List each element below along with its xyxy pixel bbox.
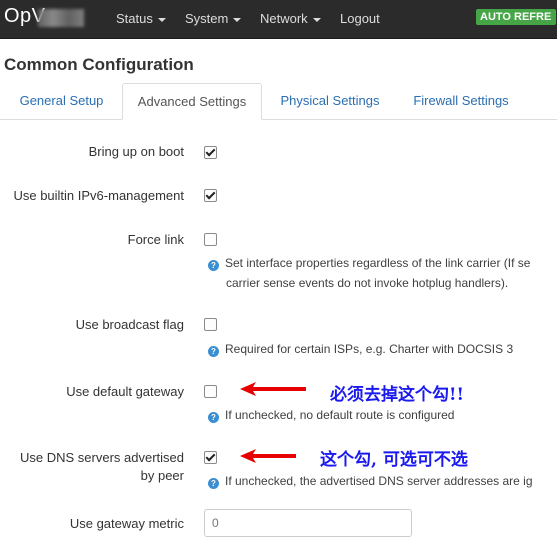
annotation-note-2: 这个勾, 可选可不选 [320,450,468,470]
force-link-checkbox[interactable] [204,233,217,246]
annotation-arrow-1 [240,382,306,396]
top-navbar: OpV Status System Network Logout AUTO RE… [0,0,557,39]
default-gateway-checkbox[interactable] [204,385,217,398]
caret-down-icon [233,17,242,22]
default-gateway-help: ? If unchecked, no default route is confi… [208,406,454,425]
nav-menu-system-label: System [185,11,229,26]
peer-dns-help: ? If unchecked, the advertised DNS server… [208,472,533,491]
bring-up-on-boot-label: Bring up on boot [88,144,184,159]
annotation-arrow-2 [240,449,296,463]
default-gateway-label: Use default gateway [66,384,184,399]
bring-up-on-boot-checkbox[interactable] [204,146,217,159]
help-question-icon: ? [208,346,219,357]
force-link-label: Force link [127,232,184,247]
help-question-icon: ? [208,260,219,271]
settings-tabs: General Setup Advanced Settings Physical… [0,83,557,120]
nav-menu-network-label: Network [260,11,308,26]
force-link-help-line1: Set interface properties regardless of t… [225,256,531,270]
broadcast-flag-checkbox[interactable] [204,318,217,331]
page-title: Common Configuration [4,55,194,74]
help-question-icon: ? [208,412,219,423]
tab-general-setup[interactable]: General Setup [6,83,117,118]
caret-down-icon [157,17,166,22]
nav-menu-status-label: Status [116,11,153,26]
nav-menu-system[interactable]: System [185,11,242,26]
peer-dns-label: Use DNS servers advertised by peer [20,449,184,485]
force-link-help: ? Set interface properties regardless of … [208,254,530,273]
annotation-note-1: 必须去掉这个勾!! [330,385,464,405]
tab-firewall-settings[interactable]: Firewall Settings [400,83,522,118]
peer-dns-checkbox[interactable] [204,451,217,464]
tab-advanced-settings[interactable]: Advanced Settings [122,83,262,120]
builtin-ipv6-label: Use builtin IPv6-management [13,188,184,203]
nav-menu-network[interactable]: Network [260,11,321,26]
nav-menu-status[interactable]: Status [116,11,166,26]
caret-down-icon [312,17,321,22]
gateway-metric-input[interactable] [204,509,412,537]
tab-physical-settings[interactable]: Physical Settings [266,83,394,118]
broadcast-flag-label: Use broadcast flag [75,317,184,332]
force-link-help-line2: carrier sense events do not invoke hotpl… [226,276,509,290]
broadcast-flag-help: ? Required for certain ISPs, e.g. Charter… [208,340,513,359]
brand-redacted-blur [38,9,84,27]
peer-dns-label-line2: by peer [140,468,184,483]
peer-dns-help-text: If unchecked, the advertised DNS server … [225,474,533,488]
gateway-metric-label: Use gateway metric [69,516,184,531]
help-question-icon: ? [208,478,219,489]
broadcast-flag-help-text: Required for certain ISPs, e.g. Charter … [225,342,514,356]
auto-refresh-badge[interactable]: AUTO REFRE [476,9,557,25]
builtin-ipv6-checkbox[interactable] [204,189,217,202]
peer-dns-label-line1: Use DNS servers advertised [20,450,184,465]
logout-link[interactable]: Logout [340,11,380,26]
default-gateway-help-text: If unchecked, no default route is config… [225,408,455,422]
